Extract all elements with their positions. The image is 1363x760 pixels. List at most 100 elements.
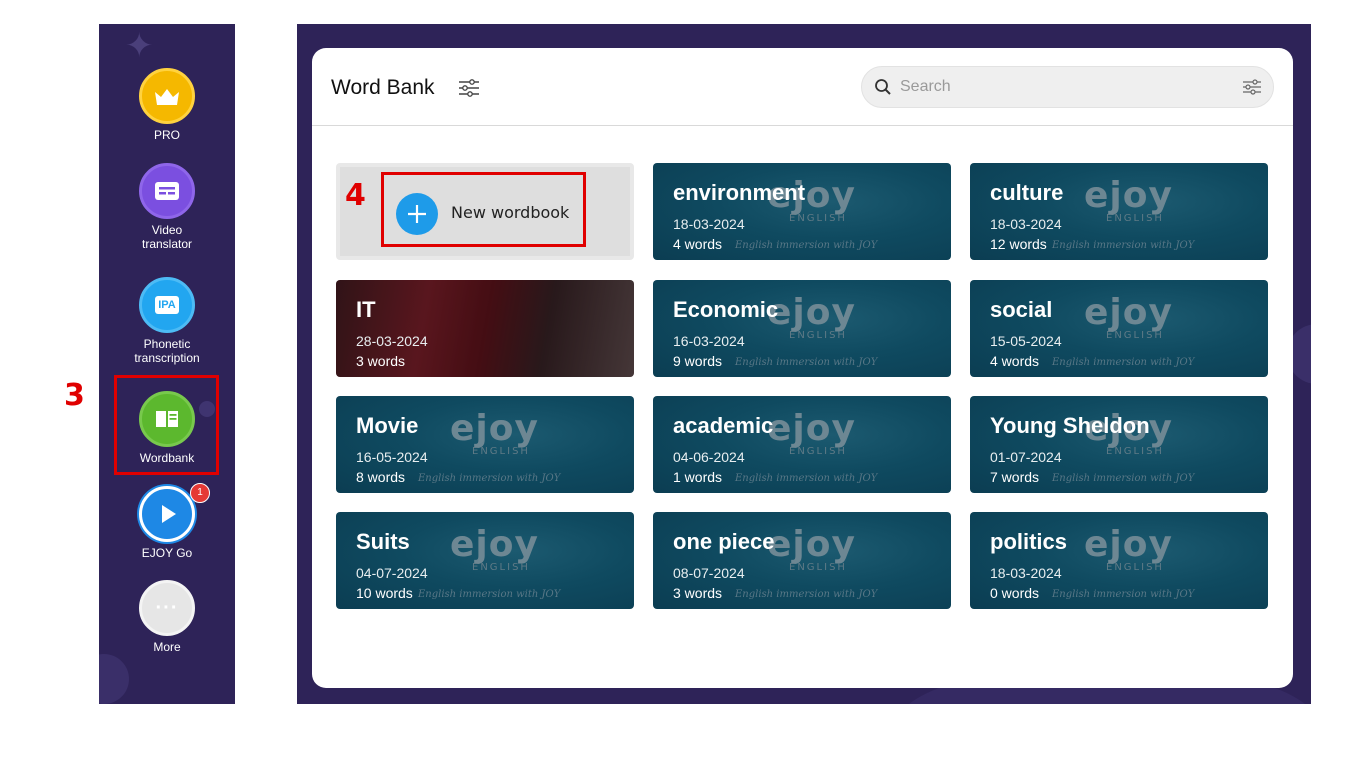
wordbook-card[interactable]: ejoy ENGLISH English immersion with JOY pol… bbox=[970, 512, 1268, 609]
wordbook-card[interactable]: ejoy ENGLISH English immersion with JOY You… bbox=[970, 396, 1268, 493]
sidebar-item-label: Video bbox=[151, 223, 183, 237]
logo-sub: ENGLISH bbox=[789, 446, 847, 457]
sidebar-item-phonetic-transcription[interactable]: IPA Phonetic transcription bbox=[99, 277, 235, 365]
logo-tagline: English immersion with JOY bbox=[735, 473, 878, 484]
ipa-icon: IPA bbox=[139, 277, 195, 333]
search-icon bbox=[875, 79, 891, 95]
sidebar-item-more[interactable]: ··· More bbox=[99, 580, 235, 654]
logo-sub: ENGLISH bbox=[789, 330, 847, 341]
logo-tagline: English immersion with JOY bbox=[418, 589, 561, 600]
play-icon bbox=[139, 486, 195, 542]
more-icon: ··· bbox=[139, 580, 195, 636]
logo-word: ejoy bbox=[450, 408, 539, 449]
sidebar: ✦ PRO Video translator IPA Phonetic tran… bbox=[99, 24, 235, 704]
ejoy-logo-watermark: ejoy ENGLISH bbox=[450, 408, 560, 458]
wordbook-word-count: 12 words bbox=[990, 236, 1047, 252]
wordbook-word-count: 4 words bbox=[990, 353, 1040, 369]
wordbook-name: culture bbox=[990, 180, 1064, 205]
wordbook-card[interactable]: ejoy ENGLISH English immersion with JOY Mov… bbox=[336, 396, 634, 493]
sliders-icon[interactable] bbox=[458, 78, 480, 98]
sidebar-item-video-translator[interactable]: Video translator bbox=[99, 163, 235, 251]
wordbook-date: 16-03-2024 bbox=[673, 333, 745, 349]
wordbook-date: 18-03-2024 bbox=[673, 216, 745, 232]
sliders-icon[interactable] bbox=[1242, 78, 1262, 96]
wordbook-date: 15-05-2024 bbox=[990, 333, 1062, 349]
sidebar-item-label: translator bbox=[141, 237, 193, 251]
logo-tagline: English immersion with JOY bbox=[735, 240, 878, 251]
logo-word: ejoy bbox=[767, 524, 856, 565]
step-number-3: 3 bbox=[64, 378, 85, 413]
wordbook-word-count: 4 words bbox=[673, 236, 723, 252]
subtitles-icon bbox=[139, 163, 195, 219]
wordbook-card[interactable]: ejoy ENGLISH English immersion with JOY aca… bbox=[653, 396, 951, 493]
logo-sub: ENGLISH bbox=[472, 562, 530, 573]
wordbook-date: 18-03-2024 bbox=[990, 216, 1062, 232]
panel-header: Word Bank bbox=[312, 48, 1293, 126]
wordbook-word-count: 9 words bbox=[673, 353, 723, 369]
logo-tagline: English immersion with JOY bbox=[1052, 240, 1195, 251]
sidebar-item-label: EJOY Go bbox=[141, 546, 193, 560]
notification-badge: 1 bbox=[190, 483, 210, 503]
ejoy-logo-watermark: ejoy ENGLISH bbox=[450, 524, 560, 574]
wordbook-date: 16-05-2024 bbox=[356, 449, 428, 465]
logo-sub: ENGLISH bbox=[1106, 446, 1164, 457]
logo-sub: ENGLISH bbox=[789, 562, 847, 573]
logo-sub: ENGLISH bbox=[1106, 213, 1164, 224]
highlight-box-wordbank bbox=[114, 375, 219, 475]
ejoy-logo-watermark: ejoy ENGLISH bbox=[1084, 175, 1194, 225]
wordbook-date: 04-07-2024 bbox=[356, 565, 428, 581]
wordbook-card[interactable]: ejoy ENGLISH English immersion with JOY soc… bbox=[970, 280, 1268, 377]
search-input[interactable] bbox=[900, 75, 1220, 99]
wordbook-date: 08-07-2024 bbox=[673, 565, 745, 581]
logo-sub: ENGLISH bbox=[1106, 330, 1164, 341]
wordbook-word-count: 0 words bbox=[990, 585, 1040, 601]
wordbook-date: 01-07-2024 bbox=[990, 449, 1062, 465]
wordbook-card[interactable]: ejoy ENGLISH English immersion with JOY Eco… bbox=[653, 280, 951, 377]
wordbook-card[interactable]: ejoy ENGLISH English immersion with JOY one… bbox=[653, 512, 951, 609]
sidebar-item-label: PRO bbox=[153, 128, 180, 142]
page-title: Word Bank bbox=[331, 76, 435, 99]
logo-word: ejoy bbox=[767, 292, 856, 333]
ejoy-logo-watermark: ejoy ENGLISH bbox=[767, 292, 877, 342]
sidebar-item-ejoy-go[interactable]: 1 EJOY Go bbox=[99, 483, 235, 560]
ejoy-logo-watermark: ejoy ENGLISH bbox=[767, 408, 877, 458]
logo-word: ejoy bbox=[1084, 524, 1173, 565]
sidebar-item-pro[interactable]: PRO bbox=[99, 68, 235, 142]
wordbook-date: 04-06-2024 bbox=[673, 449, 745, 465]
wordbook-word-count: 3 words bbox=[673, 585, 723, 601]
wordbook-word-count: 3 words bbox=[356, 353, 406, 369]
wordbook-card[interactable]: ejoy ENGLISH English immersion with JOY cul… bbox=[970, 163, 1268, 260]
sidebar-item-label: transcription bbox=[134, 351, 200, 365]
wordbook-name: one piece bbox=[673, 529, 775, 554]
logo-tagline: English immersion with JOY bbox=[1052, 589, 1195, 600]
logo-word: ejoy bbox=[450, 524, 539, 565]
wordbook-name: environment bbox=[673, 180, 806, 205]
wordbook-card[interactable]: IT 28-03-2024 3 words bbox=[336, 280, 634, 377]
more-dots: ··· bbox=[155, 597, 179, 619]
ipa-icon-text: IPA bbox=[155, 296, 179, 314]
wordbook-name: social bbox=[990, 297, 1053, 322]
wordbook-card[interactable]: ejoy ENGLISH English immersion with JOY env… bbox=[653, 163, 951, 260]
sidebar-item-label: Phonetic bbox=[143, 337, 191, 351]
logo-sub: ENGLISH bbox=[472, 446, 530, 457]
ejoy-logo-watermark: ejoy ENGLISH bbox=[1084, 524, 1194, 574]
wordbook-date: 18-03-2024 bbox=[990, 565, 1062, 581]
logo-sub: ENGLISH bbox=[789, 213, 847, 224]
wordbook-card[interactable]: ejoy ENGLISH English immersion with JOY Sui… bbox=[336, 512, 634, 609]
page: ✦ PRO Video translator IPA Phonetic tran… bbox=[0, 0, 1363, 760]
logo-tagline: English immersion with JOY bbox=[735, 357, 878, 368]
logo-tagline: English immersion with JOY bbox=[1052, 357, 1195, 368]
wordbook-name: academic bbox=[673, 413, 774, 438]
logo-word: ejoy bbox=[1084, 292, 1173, 333]
logo-tagline: English immersion with JOY bbox=[418, 473, 561, 484]
wordbook-name: IT bbox=[356, 297, 376, 322]
crown-icon bbox=[139, 68, 195, 124]
logo-word: ejoy bbox=[1084, 175, 1173, 216]
logo-tagline: English immersion with JOY bbox=[735, 589, 878, 600]
ejoy-logo-watermark: ejoy ENGLISH bbox=[1084, 292, 1194, 342]
sidebar-item-label: More bbox=[153, 640, 181, 654]
step-number-4: 4 bbox=[345, 178, 366, 213]
wordbook-name: Young Sheldon bbox=[990, 413, 1150, 438]
wordbook-name: Movie bbox=[356, 413, 419, 438]
wordbook-name: Economic bbox=[673, 297, 779, 322]
